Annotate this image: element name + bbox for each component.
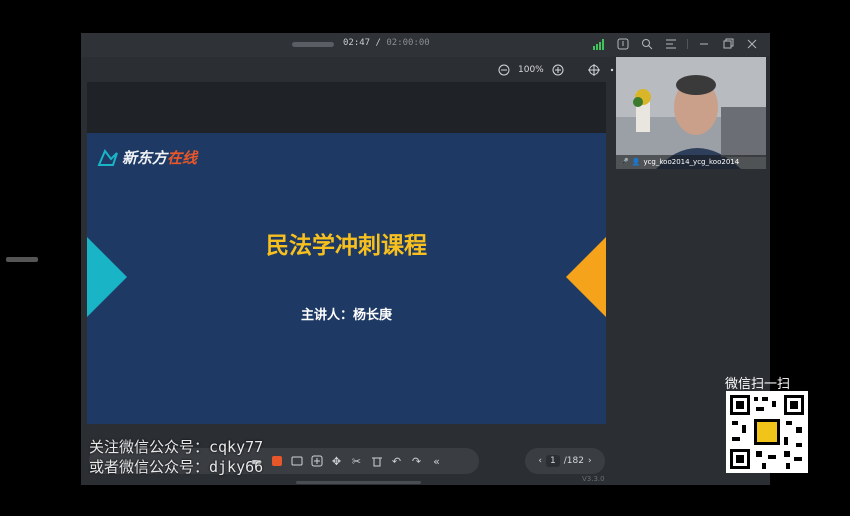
scissors-icon[interactable]: ✂ (349, 454, 364, 469)
mic-icon: 🎤 (620, 158, 629, 166)
minimize-icon[interactable] (696, 36, 712, 52)
slide-title: 民法学冲刺课程 (266, 233, 427, 259)
wechat-scan-label: 微信扫一扫 (725, 377, 791, 392)
watermark-line2: 或者微信公众号：djky66 (89, 458, 264, 476)
logo-text-highlight: 在线 (167, 149, 198, 167)
qr-code (726, 391, 808, 473)
undo-icon[interactable]: ↶ (389, 454, 404, 469)
zoom-level: 100% (518, 65, 544, 75)
signal-icon[interactable] (591, 36, 607, 52)
title-bar: 02:47 / 02:00:00 (81, 33, 770, 57)
info-icon[interactable] (615, 36, 631, 52)
close-icon[interactable] (744, 36, 760, 52)
user-icon: 👤 (631, 158, 641, 166)
zoom-in-icon[interactable] (550, 62, 566, 78)
left-edge-bar (6, 257, 38, 262)
image-tool-icon[interactable] (289, 454, 304, 469)
time-total: 02:00:00 (386, 38, 430, 48)
video-label: 🎤 👤 ycg_koo2014_ycg_koo2014 (616, 155, 766, 169)
logo-text-main: 新东方 (122, 149, 168, 167)
watermark-line1: 关注微信公众号：cqky77 (89, 438, 264, 456)
fit-screen-icon[interactable] (586, 62, 602, 78)
version-label: V3.3.0 (582, 475, 605, 483)
slide-speaker: 主讲人：杨长庚 (300, 308, 392, 323)
page-navigator: ‹ 1 /182 › (525, 448, 605, 474)
page-current[interactable]: 1 (546, 455, 560, 467)
window-controls (591, 36, 760, 52)
move-icon[interactable]: ✥ (329, 454, 344, 469)
video-user-name: ycg_koo2014_ycg_koo2014 (643, 158, 740, 166)
add-icon[interactable] (309, 454, 324, 469)
trash-icon[interactable] (369, 454, 384, 469)
teacher-video: 🎤 👤 ycg_koo2014_ycg_koo2014 (616, 57, 766, 169)
time-progress-bar[interactable] (292, 42, 334, 47)
video-feed-image (616, 57, 766, 169)
player-window: 02:47 / 02:00:00 100% 新东方在线 民法学冲刺课程 主讲人：… (81, 33, 770, 485)
slide-logo: 新东方在线 (97, 147, 197, 168)
menu-icon[interactable] (663, 36, 679, 52)
time-current: 02:47 (343, 38, 371, 48)
settings-icon[interactable] (639, 36, 655, 52)
shape-tool-icon[interactable] (269, 454, 284, 469)
next-page-icon[interactable]: › (588, 456, 592, 466)
time-display: 02:47 / 02:00:00 (343, 38, 430, 48)
collapse-icon[interactable]: « (429, 454, 444, 469)
restore-icon[interactable] (720, 36, 736, 52)
horizontal-scrollbar[interactable] (296, 481, 421, 484)
zoom-toolbar: 100% (496, 62, 624, 78)
slide: 新东方在线 民法学冲刺课程 主讲人：杨长庚 (87, 133, 606, 424)
prev-page-icon[interactable]: ‹ (538, 456, 542, 466)
redo-icon[interactable]: ↷ (409, 454, 424, 469)
logo-icon (97, 148, 118, 166)
zoom-out-icon[interactable] (496, 62, 512, 78)
slide-viewport: 新东方在线 民法学冲刺课程 主讲人：杨长庚 (87, 82, 606, 424)
time-separator: / (375, 38, 381, 48)
page-total: /182 (563, 456, 584, 466)
